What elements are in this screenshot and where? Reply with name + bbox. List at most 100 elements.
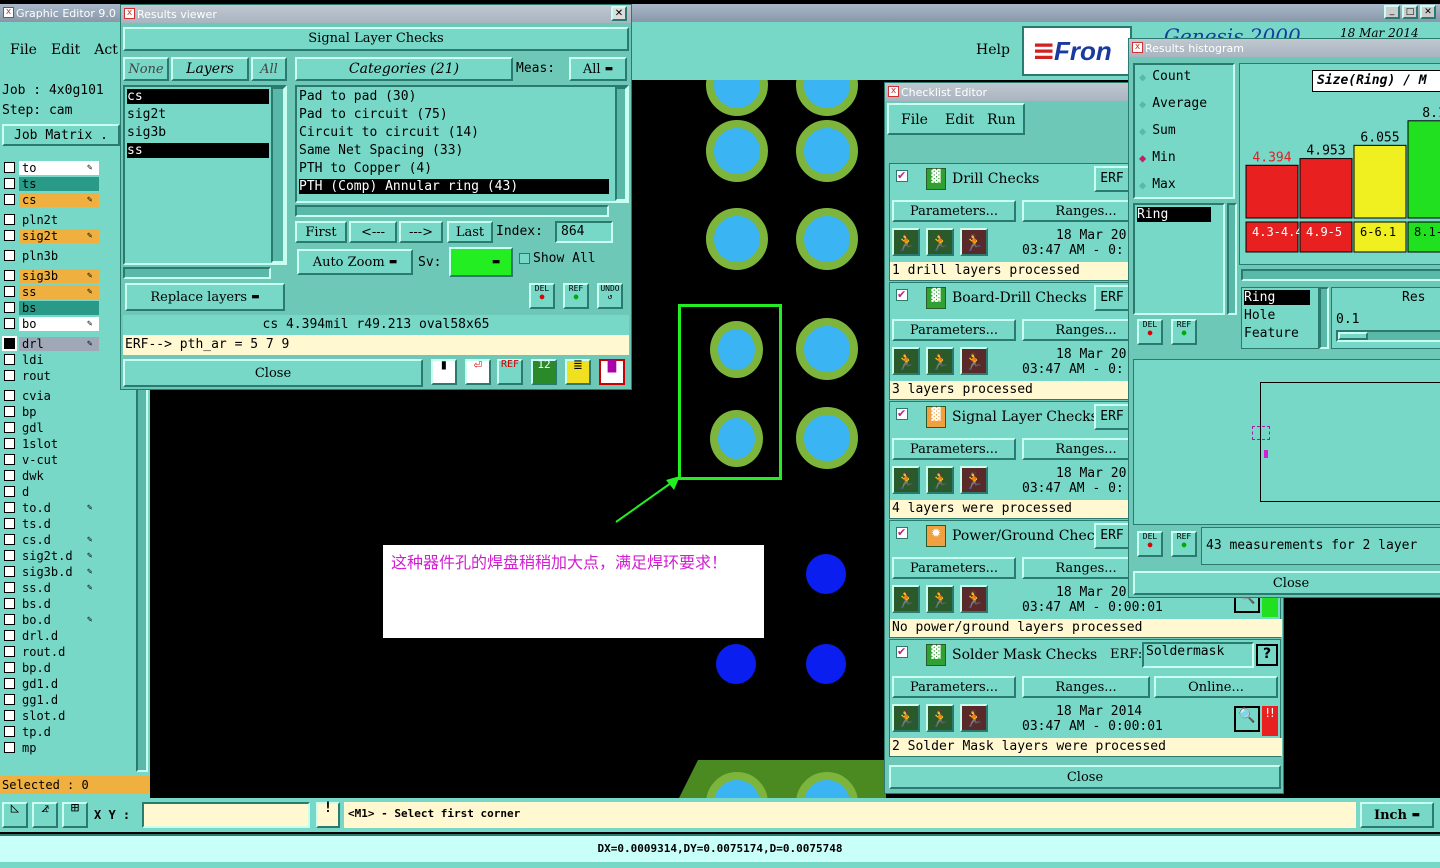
layer-row-0[interactable]: to ✎ [4, 160, 99, 175]
layer-checkbox[interactable] [4, 370, 15, 381]
chart-hscrollbar[interactable] [1241, 269, 1440, 281]
erf-button[interactable]: ERF [1094, 285, 1130, 311]
layer-checkbox[interactable] [4, 454, 15, 465]
stop-icon[interactable]: 🏃 [960, 228, 988, 256]
layer-row-32[interactable]: gg1.d [4, 692, 99, 707]
radio-icon[interactable]: ◆ [1139, 124, 1146, 138]
erf-value[interactable]: Soldermask [1142, 642, 1254, 668]
histogram-bar[interactable] [1407, 120, 1440, 219]
check-enable-checkbox[interactable]: ✔ [896, 408, 908, 420]
layer-row-14[interactable]: bp [4, 404, 99, 419]
radio-icon[interactable]: ◆ [1139, 97, 1146, 111]
close-icon[interactable]: ✕ [1420, 5, 1436, 19]
parameters-button[interactable]: Parameters... [892, 200, 1016, 222]
layer-checkbox[interactable] [4, 502, 15, 513]
layer-row-4[interactable]: sig2t ✎ [4, 228, 99, 243]
layer-checkbox[interactable] [4, 422, 15, 433]
layer-row-12[interactable]: rout [4, 368, 99, 383]
layer-checkbox[interactable] [4, 162, 15, 173]
layer-row-1[interactable]: ts [4, 176, 99, 191]
run-all-icon[interactable]: 🏃 [926, 585, 954, 613]
sv-color-select[interactable]: ▬ [449, 247, 513, 277]
minimize-icon[interactable]: _ [1384, 5, 1400, 19]
result-layer-item[interactable]: ss [127, 143, 269, 158]
check-enable-checkbox[interactable]: ✔ [896, 289, 908, 301]
menu-actions[interactable]: Act [94, 42, 118, 58]
category-scrollbar[interactable] [615, 87, 627, 201]
checklist-menu-file[interactable]: File [901, 112, 928, 128]
layer-list-scrollbar[interactable] [271, 87, 285, 263]
layer-row-16[interactable]: 1slot [4, 436, 99, 451]
layer-checkbox[interactable] [4, 178, 15, 189]
layer-row-29[interactable]: rout.d [4, 644, 99, 659]
mode-option[interactable]: ◆ Sum [1139, 123, 1176, 138]
layer-checkbox[interactable] [4, 286, 15, 297]
run-icon[interactable]: 🏃 [892, 704, 920, 732]
layer-checkbox[interactable] [4, 694, 15, 705]
layer-row-15[interactable]: gdl [4, 420, 99, 435]
stop-icon[interactable]: 🏃 [960, 585, 988, 613]
layer-row-33[interactable]: slot.d [4, 708, 99, 723]
help-icon[interactable]: ? [1256, 644, 1278, 666]
layer-hscrollbar[interactable] [123, 267, 271, 279]
layer-checkbox[interactable] [4, 566, 15, 577]
parameters-button[interactable]: Parameters... [892, 438, 1016, 460]
layer-row-28[interactable]: drl.d [4, 628, 99, 643]
layer-row-7[interactable]: ss ✎ [4, 284, 99, 299]
layer-row-10[interactable]: drl ✎ [2, 336, 99, 351]
zoom-corner-icon[interactable]: ◺ [2, 801, 28, 828]
menu-file[interactable]: File [10, 42, 37, 58]
erf-button[interactable]: ERF [1094, 523, 1130, 549]
run-all-icon[interactable]: 🏃 [926, 347, 954, 375]
run-icon[interactable]: 🏃 [892, 228, 920, 256]
run-all-icon[interactable]: 🏃 [926, 466, 954, 494]
preview-ref-button[interactable]: REF ● [1171, 531, 1197, 557]
layer-checkbox[interactable] [4, 742, 15, 753]
layer-row-3[interactable]: pln2t [4, 212, 99, 227]
layer-checkbox[interactable] [4, 470, 15, 481]
run-all-icon[interactable]: 🏃 [926, 228, 954, 256]
histogram-del-button[interactable]: DEL ● [1137, 319, 1163, 345]
layer-row-21[interactable]: ts.d [4, 516, 99, 531]
layer-checkbox[interactable] [4, 302, 15, 313]
radio-icon[interactable]: ◆ [1139, 70, 1146, 84]
last-button[interactable]: Last [447, 221, 493, 243]
category-item[interactable]: PTH to Copper (4) [299, 161, 609, 176]
layer-checkbox[interactable] [4, 646, 15, 657]
xy-input[interactable] [142, 802, 310, 828]
layer-row-13[interactable]: cvia [4, 388, 99, 403]
category-hscrollbar[interactable] [295, 205, 609, 217]
first-button[interactable]: First [295, 221, 347, 243]
layer-checkbox[interactable] [4, 630, 15, 641]
layer-row-5[interactable]: pln3b [4, 248, 99, 263]
layer-checkbox[interactable] [4, 214, 15, 225]
histogram-ref-button[interactable]: REF ● [1171, 319, 1197, 345]
layer-checkbox[interactable] [4, 194, 15, 205]
index-input[interactable]: 864 [555, 221, 613, 243]
erf-button[interactable]: ERF [1094, 404, 1130, 430]
mode-option[interactable]: ◆ Max [1139, 177, 1176, 192]
layer-row-20[interactable]: to.d ✎ [4, 500, 99, 515]
run-icon[interactable]: 🏃 [892, 347, 920, 375]
radio-icon[interactable]: ◆ [1139, 151, 1146, 165]
layer-row-18[interactable]: dwk [4, 468, 99, 483]
next-button[interactable]: ---> [399, 221, 443, 243]
online-button[interactable]: Online... [1154, 676, 1278, 698]
units-select[interactable]: Inch ▬ [1360, 802, 1434, 828]
ranges-button[interactable]: Ranges... [1022, 676, 1150, 698]
check-enable-checkbox[interactable]: ✔ [896, 170, 908, 182]
layer-row-11[interactable]: ldi [4, 352, 99, 367]
layer-checkbox[interactable] [4, 438, 15, 449]
layer-row-6[interactable]: sig3b ✎ [4, 268, 99, 283]
mode-option[interactable]: ◆ Average [1139, 96, 1207, 111]
layer-checkbox[interactable] [4, 270, 15, 281]
parameters-button[interactable]: Parameters... [892, 676, 1016, 698]
layer-row-19[interactable]: d [4, 484, 99, 499]
layer-row-17[interactable]: v-cut [4, 452, 99, 467]
layer-checkbox[interactable] [4, 318, 15, 329]
layer-row-27[interactable]: bo.d ✎ [4, 612, 99, 627]
layer-checkbox[interactable] [2, 336, 17, 351]
check-enable-checkbox[interactable]: ✔ [896, 527, 908, 539]
maximize-icon[interactable]: □ [1402, 5, 1418, 19]
run-icon[interactable]: 🏃 [892, 466, 920, 494]
